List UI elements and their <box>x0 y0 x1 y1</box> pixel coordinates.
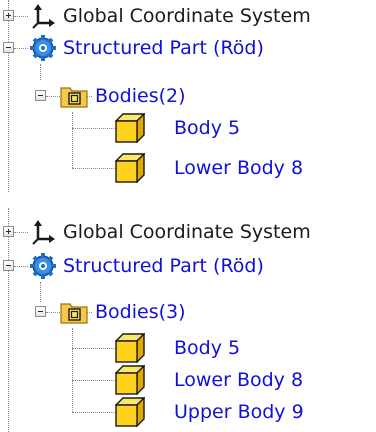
tree-connector <box>72 112 73 168</box>
expand-plus-icon[interactable] <box>3 226 14 237</box>
part-gear-icon <box>30 35 56 61</box>
tree-item-label: Structured Part (Röd) <box>63 37 264 59</box>
tree-connector <box>72 328 73 412</box>
tree-item-body[interactable]: Lower Body 8 <box>112 152 376 184</box>
collapse-minus-icon[interactable] <box>3 42 14 53</box>
body-cube-icon <box>115 333 145 363</box>
tree-item-label: Body 5 <box>174 337 241 359</box>
body-cube-icon <box>115 397 145 427</box>
tree-item-body[interactable]: Lower Body 8 <box>112 364 376 396</box>
tree-item-label: Structured Part (Röd) <box>63 255 264 277</box>
tree-panel-top: Global Coordinate System Structured Part… <box>0 0 376 192</box>
tree-item-global-coordinate-system[interactable]: Global Coordinate System <box>0 216 376 248</box>
tree-item-label: Global Coordinate System <box>63 5 311 27</box>
part-gear-icon <box>30 253 56 279</box>
tree-item-structured-part[interactable]: Structured Part (Röd) <box>0 32 376 64</box>
tree-item-label: Upper Body 9 <box>174 401 304 423</box>
body-cube-icon <box>115 113 145 143</box>
tree-item-body[interactable]: Body 5 <box>112 332 376 364</box>
tree-item-label: Global Coordinate System <box>63 221 311 243</box>
folder-icon <box>60 87 88 108</box>
axes-icon <box>32 4 55 29</box>
tree-item-label: Body 5 <box>174 117 241 139</box>
tree-item-label: Bodies(3) <box>95 301 186 323</box>
collapse-minus-icon[interactable] <box>35 90 46 101</box>
tree-item-label: Lower Body 8 <box>174 369 304 391</box>
folder-icon <box>60 303 88 324</box>
tree-item-bodies[interactable]: Bodies(3) <box>32 296 376 328</box>
tree-item-structured-part[interactable]: Structured Part (Röd) <box>0 250 376 282</box>
collapse-minus-icon[interactable] <box>35 306 46 317</box>
collapse-minus-icon[interactable] <box>3 260 14 271</box>
body-cube-icon <box>115 153 145 183</box>
axes-icon <box>32 220 55 245</box>
tree-item-bodies[interactable]: Bodies(2) <box>32 80 376 112</box>
tree-item-body[interactable]: Body 5 <box>112 112 376 144</box>
tree-connector <box>40 64 41 80</box>
tree-panel-bottom: Global Coordinate System Structured Part… <box>0 208 376 432</box>
tree-item-body[interactable]: Upper Body 9 <box>112 396 376 428</box>
tree-item-label: Lower Body 8 <box>174 157 304 179</box>
expand-plus-icon[interactable] <box>3 10 14 21</box>
tree-item-label: Bodies(2) <box>95 85 186 107</box>
body-cube-icon <box>115 365 145 395</box>
tree-item-global-coordinate-system[interactable]: Global Coordinate System <box>0 0 376 32</box>
